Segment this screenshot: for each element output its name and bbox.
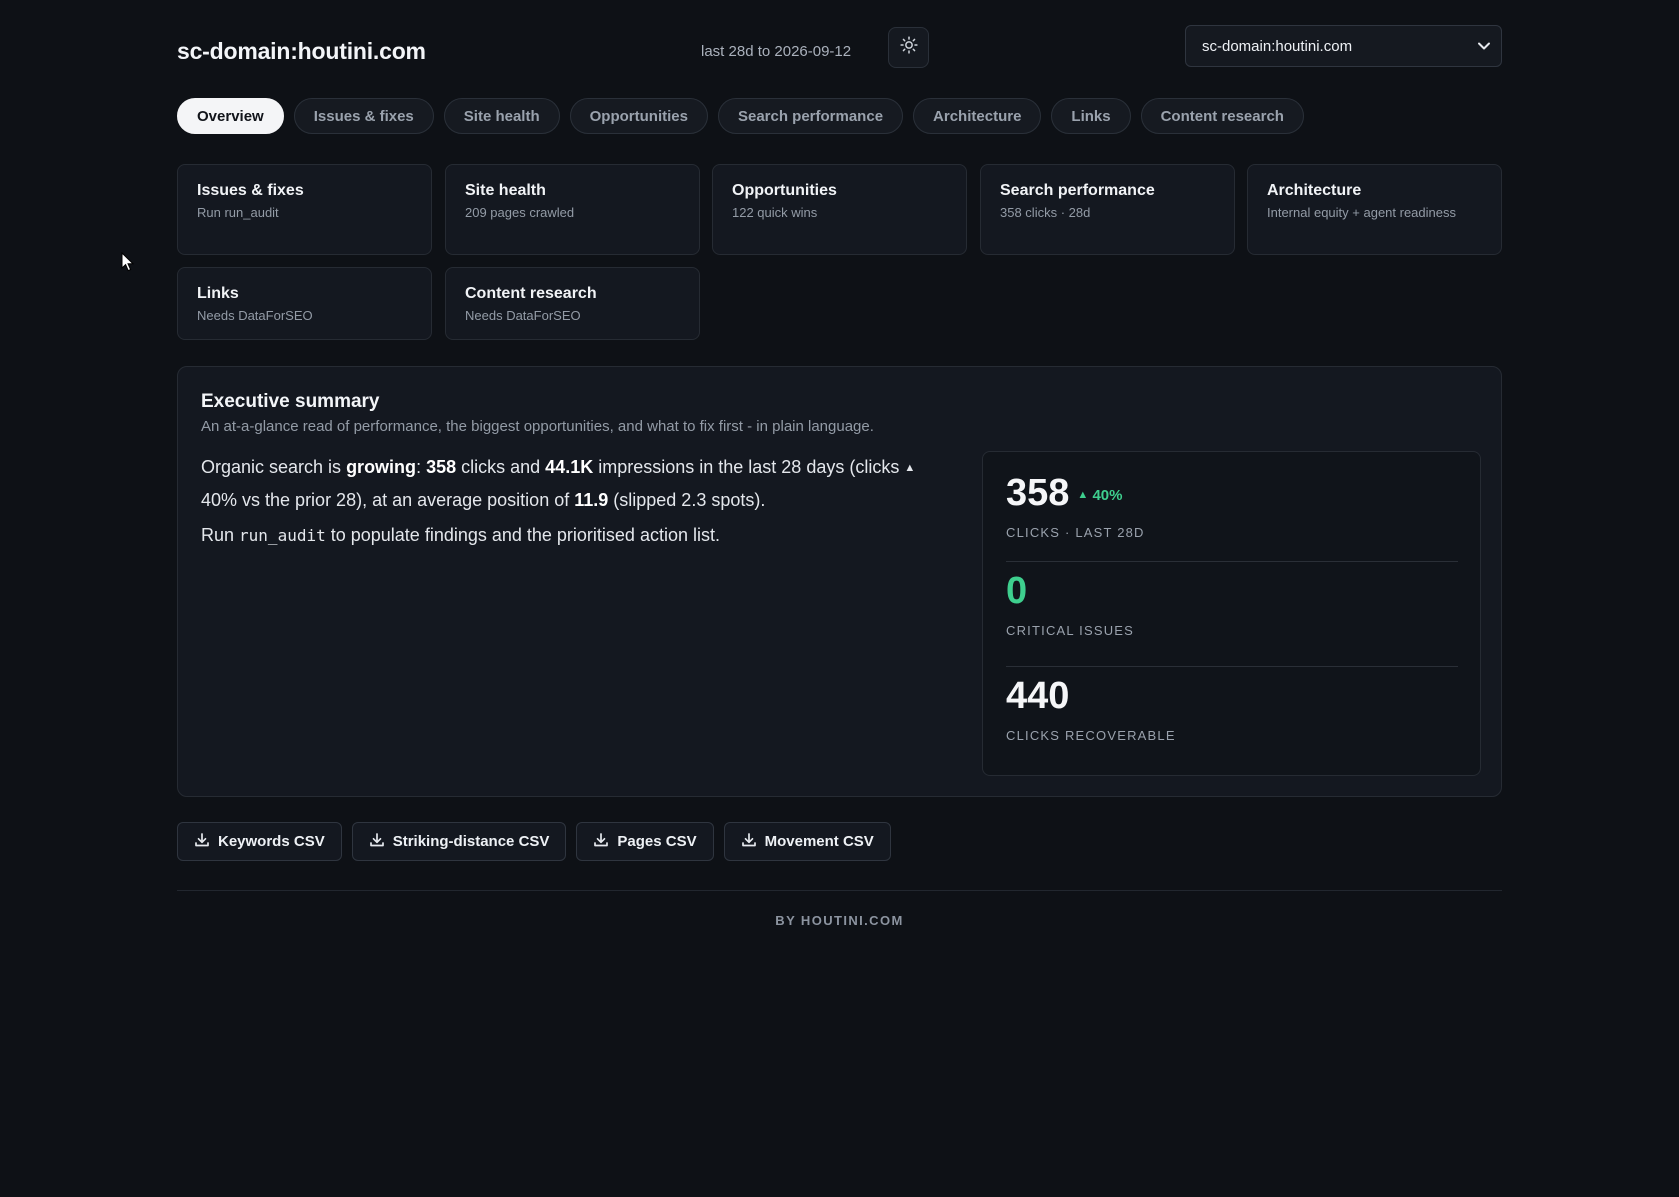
csv-downloads: Keywords CSV Striking-distance CSV Pages… (177, 822, 891, 861)
tab-architecture[interactable]: Architecture (913, 98, 1042, 134)
tab-issues-fixes[interactable]: Issues & fixes (293, 98, 434, 134)
stat-divider (1006, 666, 1458, 667)
tab-content-research[interactable]: Content research (1140, 98, 1304, 134)
card-subtitle: Run run_audit (197, 205, 279, 220)
stat-label: Clicks · last 28d (1006, 525, 1145, 540)
stat-delta-value: 40% (1092, 487, 1123, 504)
stat-clicks-recoverable: 440 Clicks recoverable (1006, 675, 1458, 743)
nav-tabs: Overview Issues & fixes Site health Oppo… (177, 98, 1304, 134)
date-range: last 28d to 2026-09-12 (701, 43, 852, 60)
card-title: Search performance (1000, 182, 1155, 199)
note-code: run_audit (239, 526, 326, 545)
stat-value: 440 (1006, 675, 1070, 717)
summary-text-part: : (416, 457, 427, 477)
footer-credit: BY HOUTINI.COM (775, 913, 904, 928)
mouse-cursor-icon (121, 251, 135, 277)
movement-csv-button[interactable]: Movement CSV (723, 822, 891, 861)
header: sc-domain:houtini.com last 28d to 2026-0… (177, 24, 1502, 68)
button-label: Pages CSV (617, 833, 697, 850)
stat-clicks: 358 ▲ 40% Clicks · last 28d (1006, 472, 1458, 540)
card-title: Links (197, 285, 239, 302)
card-subtitle: Needs DataForSEO (197, 308, 313, 323)
tab-links[interactable]: Links (1051, 98, 1131, 134)
download-icon (741, 832, 757, 852)
tab-site-health[interactable]: Site health (443, 98, 560, 134)
download-icon (593, 832, 609, 852)
card-subtitle: 209 pages crawled (465, 205, 575, 220)
executive-summary: Executive summary An at-a-glance read of… (177, 366, 1502, 797)
card-title: Issues & fixes (197, 182, 304, 199)
theme-toggle-button[interactable] (888, 27, 929, 68)
button-label: Striking-distance CSV (392, 833, 550, 850)
card-title: Site health (465, 182, 546, 199)
card-links[interactable]: Links Needs DataForSEO (177, 267, 432, 340)
download-icon (194, 832, 210, 852)
card-architecture[interactable]: Architecture Internal equity + agent rea… (1247, 164, 1502, 255)
card-subtitle: Internal equity + agent readiness (1267, 205, 1456, 220)
summary-clicks: 358 (426, 457, 457, 477)
stat-value: 358 (1006, 472, 1070, 514)
card-issues-fixes[interactable]: Issues & fixes Run run_audit (177, 164, 432, 255)
property-select[interactable]: sc-domain:houtini.com (1185, 25, 1502, 67)
chevron-down-icon (1477, 39, 1491, 57)
summary-trend: growing (346, 457, 417, 477)
tab-opportunities[interactable]: Opportunities (569, 98, 708, 134)
tab-search-performance[interactable]: Search performance (717, 98, 904, 134)
button-label: Movement CSV (764, 833, 874, 850)
stat-label: Clicks recoverable (1006, 728, 1176, 743)
triangle-up-icon: ▲ (904, 462, 916, 474)
summary-title: Executive summary (201, 391, 380, 412)
stat-critical-issues: 0 Critical issues (1006, 570, 1458, 638)
card-site-health[interactable]: Site health 209 pages crawled (445, 164, 700, 255)
summary-text-part: clicks and (456, 457, 546, 477)
card-search-performance[interactable]: Search performance 358 clicks · 28d (980, 164, 1235, 255)
summary-impressions: 44.1K (545, 457, 594, 477)
pages-csv-button[interactable]: Pages CSV (576, 822, 714, 861)
stat-delta: ▲ 40% (1077, 487, 1122, 504)
card-subtitle: 122 quick wins (732, 205, 818, 220)
card-title: Opportunities (732, 182, 837, 199)
stat-label: Critical issues (1006, 623, 1135, 638)
stats-panel: 358 ▲ 40% Clicks · last 28d 0 Critical is… (982, 451, 1481, 776)
download-icon (369, 832, 385, 852)
note-text-part: to populate findings and the prioritised… (325, 525, 720, 545)
card-title: Content research (465, 285, 597, 302)
card-subtitle: 358 clicks · 28d (1000, 205, 1091, 220)
site-title: sc-domain:houtini.com (177, 38, 426, 64)
triangle-up-icon: ▲ (1077, 489, 1089, 501)
dashboard-page: sc-domain:houtini.com last 28d to 2026-0… (177, 0, 1502, 1197)
card-title: Architecture (1267, 182, 1362, 199)
summary-text-part: impressions in the last 28 days (clicks (593, 457, 905, 477)
stat-value: 0 (1006, 570, 1028, 612)
summary-note: Run run_audit to populate findings and t… (201, 525, 720, 546)
summary-position: 11.9 (574, 490, 609, 510)
footer-divider (177, 890, 1502, 891)
tab-overview[interactable]: Overview (177, 98, 284, 134)
striking-distance-csv-button[interactable]: Striking-distance CSV (351, 822, 567, 861)
card-content-research[interactable]: Content research Needs DataForSEO (445, 267, 700, 340)
summary-subtitle: An at-a-glance read of performance, the … (201, 418, 874, 435)
summary-text-part: (slipped 2.3 spots). (608, 490, 766, 510)
button-label: Keywords CSV (218, 833, 325, 850)
note-text-part: Run (201, 525, 240, 545)
card-subtitle: Needs DataForSEO (465, 308, 581, 323)
stat-divider (1006, 561, 1458, 562)
card-opportunities[interactable]: Opportunities 122 quick wins (712, 164, 967, 255)
property-select-value: sc-domain:houtini.com (1202, 37, 1353, 55)
sun-icon (899, 36, 918, 59)
summary-text-part: 40% vs the prior 28), at an average posi… (201, 490, 575, 510)
summary-paragraph: Organic search is growing: 358 clicks an… (201, 452, 931, 515)
summary-text-part: Organic search is (201, 457, 347, 477)
keywords-csv-button[interactable]: Keywords CSV (177, 822, 342, 861)
